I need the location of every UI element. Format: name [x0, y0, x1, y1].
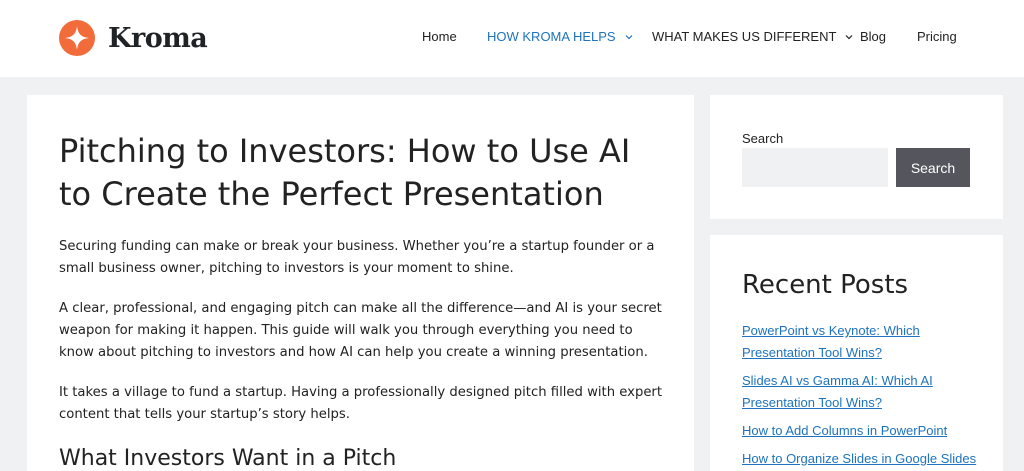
list-item: How to Organize Slides in Google Slides — [742, 448, 982, 470]
list-item: Slides AI vs Gamma AI: Which AI Presenta… — [742, 370, 982, 414]
nav-what-makes-us-different-label: WHAT MAKES US DIFFERENT — [652, 29, 837, 44]
recent-posts-list: PowerPoint vs Keynote: Which Presentatio… — [742, 320, 982, 471]
nav-how-kroma-helps-label: HOW KROMA HELPS — [487, 29, 616, 44]
recent-post-link[interactable]: How to Add Columns in PowerPoint — [742, 423, 947, 438]
search-widget: Search Search — [710, 95, 1003, 219]
recent-posts-title: Recent Posts — [742, 270, 909, 300]
recent-post-link[interactable]: PowerPoint vs Keynote: Which Presentatio… — [742, 323, 920, 360]
list-item: How to Add Columns in PowerPoint — [742, 420, 982, 442]
recent-post-link[interactable]: How to Organize Slides in Google Slides — [742, 451, 976, 466]
article: Pitching to Investors: How to Use AI to … — [27, 95, 694, 471]
nav-home[interactable]: Home — [422, 29, 457, 44]
article-paragraph: It takes a village to fund a startup. Ha… — [59, 385, 663, 422]
nav-how-kroma-helps[interactable]: HOW KROMA HELPS — [487, 29, 633, 44]
recent-posts-widget: Recent Posts PowerPoint vs Keynote: Whic… — [710, 235, 1003, 471]
search-button[interactable]: Search — [896, 148, 970, 187]
list-item: PowerPoint vs Keynote: Which Presentatio… — [742, 320, 982, 364]
article-paragraph: A clear, professional, and engaging pitc… — [59, 301, 662, 360]
nav-what-makes-us-different[interactable]: WHAT MAKES US DIFFERENT — [652, 29, 853, 44]
search-input[interactable] — [742, 148, 888, 187]
nav-pricing[interactable]: Pricing — [917, 29, 957, 44]
main-nav: Home HOW KROMA HELPS WHAT MAKES US DIFFE… — [0, 0, 1024, 77]
article-title: Pitching to Investors: How to Use AI to … — [59, 132, 631, 213]
search-label: Search — [742, 131, 784, 146]
article-paragraph: Securing funding can make or break your … — [59, 239, 655, 276]
recent-post-link[interactable]: Slides AI vs Gamma AI: Which AI Presenta… — [742, 373, 933, 410]
nav-blog[interactable]: Blog — [860, 29, 886, 44]
article-subheading: What Investors Want in a Pitch — [59, 446, 397, 471]
chevron-down-icon — [845, 34, 853, 39]
site-header: Kroma Home HOW KROMA HELPS WHAT MAKES US… — [0, 0, 1024, 77]
chevron-down-icon — [625, 34, 633, 39]
